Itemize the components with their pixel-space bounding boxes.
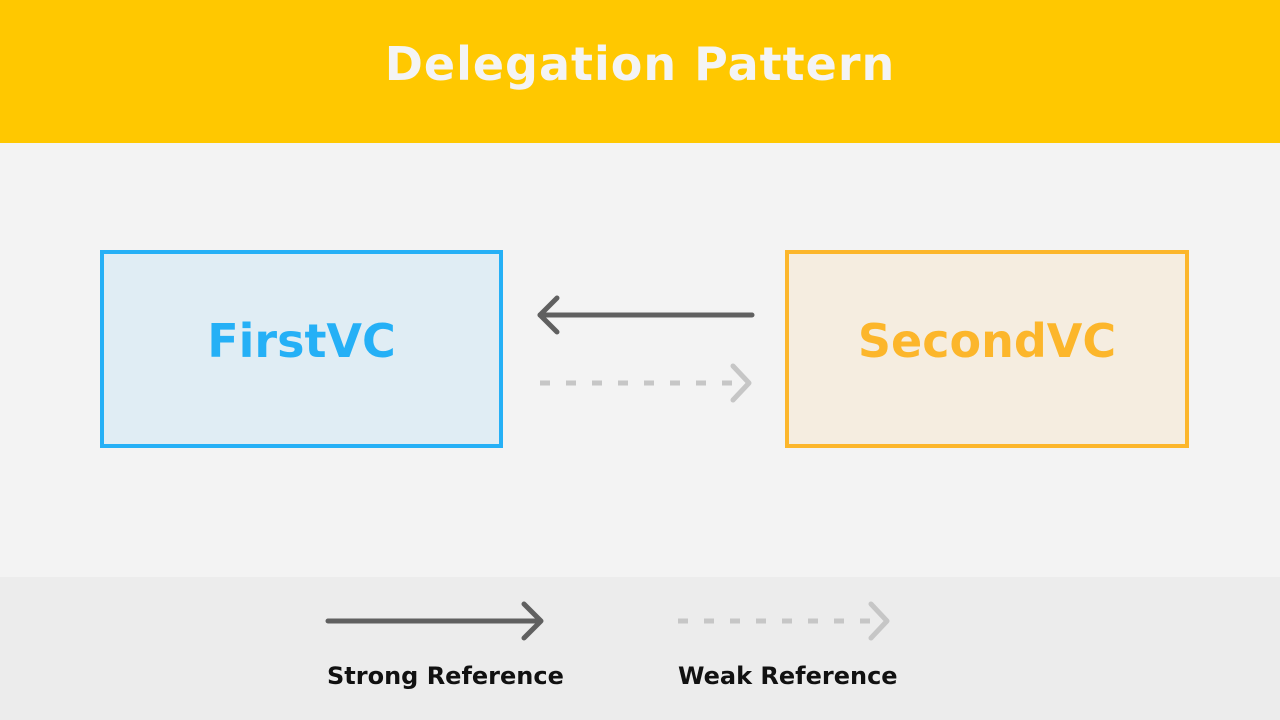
connector-layer	[325, 295, 890, 641]
dashed-arrow-icon	[678, 601, 890, 641]
arrowhead-right-icon	[730, 363, 752, 403]
edge-strong-reference	[537, 295, 755, 335]
legend-strong-label: Strong Reference	[327, 662, 564, 690]
solid-arrow-icon	[325, 601, 544, 641]
legend-weak-label: Weak Reference	[678, 662, 898, 690]
edge-weak-reference	[540, 363, 752, 403]
